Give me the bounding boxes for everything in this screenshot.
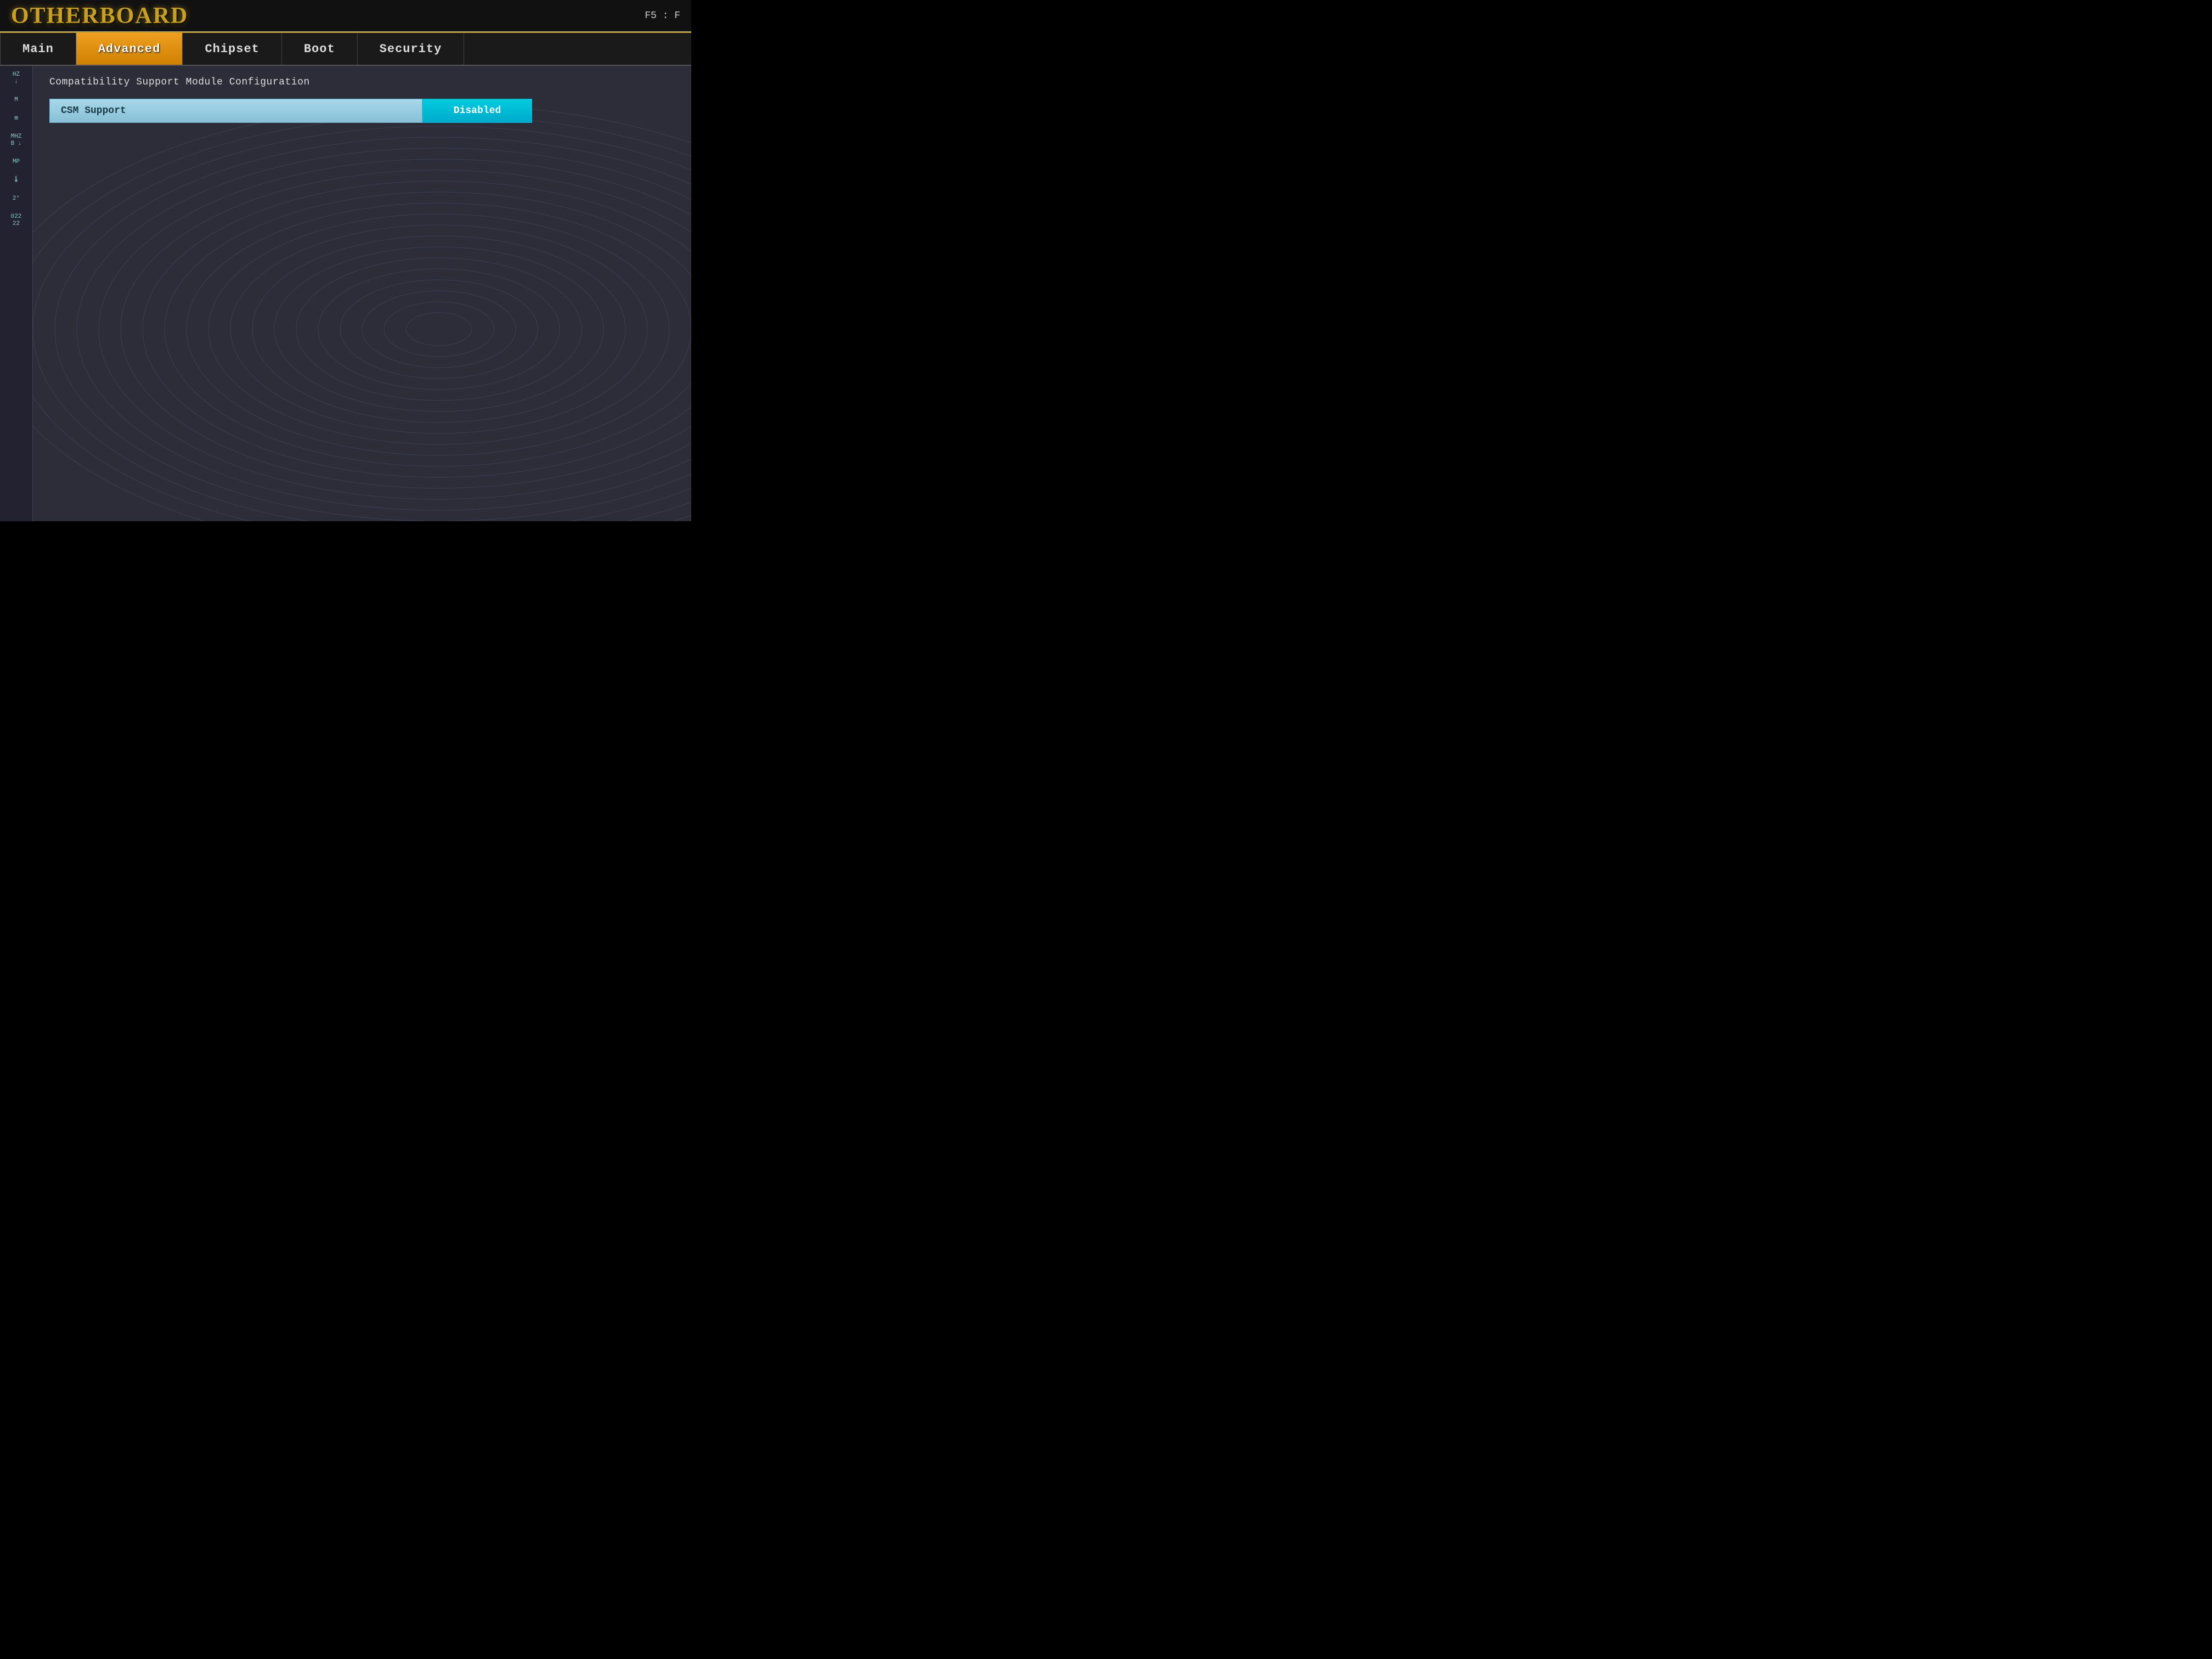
num022-icon: 02222: [11, 213, 22, 228]
tab-main[interactable]: Main: [0, 33, 76, 65]
thermometer-icon: 🌡: [13, 177, 20, 184]
mp-icon: MP: [13, 159, 20, 166]
tab-chipset[interactable]: Chipset: [183, 33, 281, 65]
mhz-b-icon: MHZB ↓: [11, 133, 22, 148]
m-icon: M: [14, 97, 18, 104]
tab-advanced[interactable]: Advanced: [76, 33, 183, 65]
header-bar: OTHERBOARD F5 : F: [0, 0, 691, 33]
csm-support-row[interactable]: CSM Support Disabled: [49, 99, 675, 123]
brand-title: OTHERBOARD: [11, 3, 188, 29]
tab-boot[interactable]: Boot: [282, 33, 358, 65]
section-title: Compatibility Support Module Configurati…: [49, 77, 675, 88]
csm-support-label: CSM Support: [49, 99, 422, 123]
hz-icon: HZ↓: [13, 71, 20, 86]
sidebar: HZ↓ M ⊞ MHZB ↓ MP 🌡 2° 02222: [0, 66, 33, 521]
deg2-icon: 2°: [13, 195, 20, 202]
nav-tabs: Main Advanced Chipset Boot Security: [0, 33, 691, 66]
main-content: HZ↓ M ⊞ MHZB ↓ MP 🌡 2° 02222 Compatibili…: [0, 66, 691, 521]
content-panel: Compatibility Support Module Configurati…: [33, 66, 691, 521]
csm-support-value[interactable]: Disabled: [422, 99, 532, 123]
tab-security[interactable]: Security: [358, 33, 465, 65]
header-hint: F5 : F: [645, 10, 680, 21]
grid-icon: ⊞: [14, 115, 18, 122]
